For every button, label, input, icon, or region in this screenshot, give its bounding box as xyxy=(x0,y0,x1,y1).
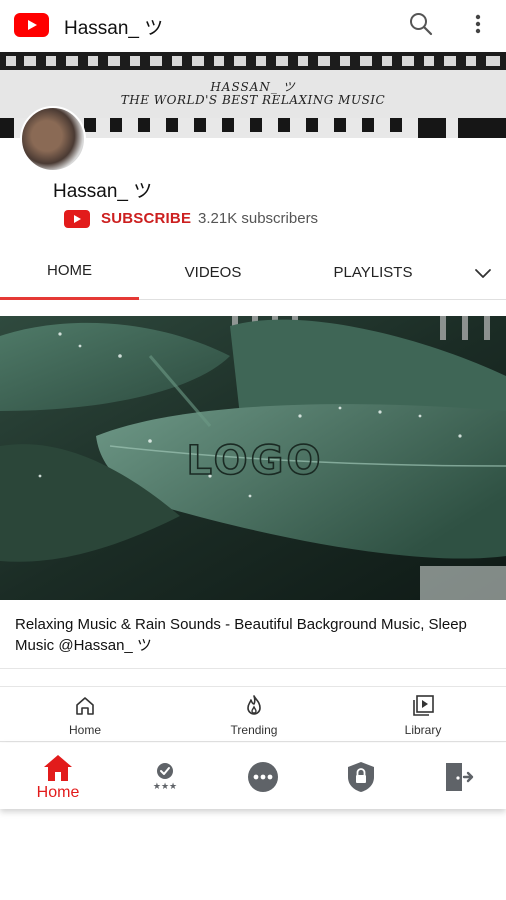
library-icon xyxy=(413,695,434,716)
nav-library[interactable]: Library xyxy=(373,694,473,737)
tab-videos[interactable]: VIDEOS xyxy=(150,264,276,281)
app-bar: Hassan_ ツ xyxy=(0,0,506,50)
subscribe-button[interactable]: SUBSCRIBE xyxy=(101,210,191,227)
exit-icon xyxy=(446,763,474,791)
channel-avatar[interactable] xyxy=(20,106,86,172)
video-thumbnail[interactable]: LOGO xyxy=(0,316,506,600)
home-outline-icon xyxy=(76,697,94,715)
subscriber-count: 3.21K subscribers xyxy=(198,210,319,227)
rating-icon: ★★★ xyxy=(153,763,177,791)
video-title[interactable]: Relaxing Music & Rain Sounds - Beautiful… xyxy=(15,614,495,656)
chevron-down-icon[interactable] xyxy=(474,264,492,282)
divider xyxy=(0,668,506,669)
channel-tabs: HOME VIDEOS PLAYLISTS xyxy=(0,246,506,300)
lock-shield-icon xyxy=(348,762,374,792)
app-bottom-nav: Home ★★★ xyxy=(0,743,506,809)
search-icon[interactable] xyxy=(408,11,434,37)
youtube-bottom-nav: Home Trending Library xyxy=(0,688,506,742)
banner-tagline: THE WORLD'S BEST RELAXING MUSIC xyxy=(120,93,386,107)
youtube-logo-icon[interactable] xyxy=(14,13,49,37)
nav-home-label: Home xyxy=(68,723,101,737)
home-icon xyxy=(44,755,72,781)
nav-home[interactable]: Home xyxy=(35,694,135,737)
more-horiz-icon xyxy=(248,762,278,792)
channel-name: Hassan_ ツ xyxy=(53,181,153,202)
youtube-subscribe-icon[interactable] xyxy=(64,210,90,228)
divider xyxy=(0,686,506,687)
nav-trending-label: Trending xyxy=(230,723,278,737)
app-nav-home-label: Home xyxy=(36,784,80,801)
active-tab-indicator xyxy=(0,297,139,300)
app-nav-home[interactable]: Home xyxy=(28,753,88,802)
svg-text:LOGO: LOGO xyxy=(187,438,324,484)
more-vert-icon[interactable] xyxy=(468,12,488,38)
piano-keys-decoration xyxy=(0,52,506,70)
app-nav-exit[interactable] xyxy=(428,761,488,793)
app-nav-privacy[interactable] xyxy=(331,761,391,793)
app-nav-more[interactable] xyxy=(233,761,293,793)
flame-icon xyxy=(247,695,261,715)
tab-playlists[interactable]: PLAYLISTS xyxy=(310,264,436,281)
nav-library-label: Library xyxy=(404,723,442,737)
svg-text:★★★: ★★★ xyxy=(153,782,177,791)
app-nav-rating[interactable]: ★★★ xyxy=(135,761,195,791)
app-title: Hassan_ ツ xyxy=(64,18,164,39)
nav-trending[interactable]: Trending xyxy=(204,694,304,737)
tab-home[interactable]: HOME xyxy=(0,262,139,279)
